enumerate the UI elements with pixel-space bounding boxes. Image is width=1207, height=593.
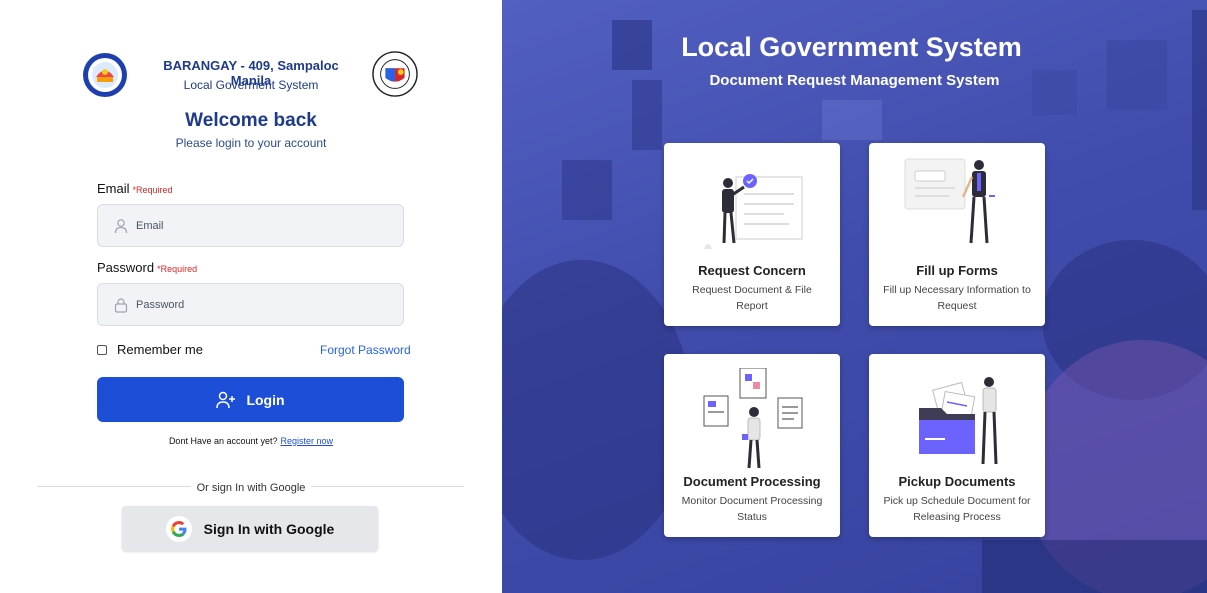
- remember-checkbox[interactable]: [97, 344, 107, 355]
- register-link[interactable]: Register now: [281, 436, 334, 446]
- card-title: Pickup Documents: [898, 474, 1016, 489]
- login-button-label: Login: [246, 391, 285, 408]
- email-label-text: Email: [97, 181, 130, 196]
- feature-card-pickup-documents: Pickup Documents Pick up Schedule Docume…: [869, 354, 1045, 537]
- card-description: Pick up Schedule Document for Releasing …: [883, 495, 1031, 523]
- password-required-badge: *Required: [157, 264, 198, 274]
- card-description: Fill up Necessary Information to Request: [883, 284, 1031, 312]
- login-button[interactable]: Login: [97, 377, 404, 422]
- brand-header: BARANGAY - 409, Sampaloc Manila Local Go…: [82, 50, 422, 102]
- email-input[interactable]: [136, 205, 396, 246]
- forgot-password-link[interactable]: Forgot Password: [320, 343, 411, 357]
- password-field-box[interactable]: [97, 283, 404, 326]
- remember-me[interactable]: Remember me: [97, 342, 203, 357]
- hero-panel: Local Government System Document Request…: [502, 0, 1207, 593]
- pickup-documents-illustration: [919, 377, 998, 465]
- card-title: Document Processing: [683, 474, 821, 489]
- password-label-text: Password: [97, 260, 155, 275]
- divider: Or sign In with Google: [0, 478, 502, 496]
- divider-text: Or sign In with Google: [190, 482, 312, 494]
- password-label: Password *Required: [97, 260, 197, 275]
- user-icon: [114, 219, 128, 234]
- card-title: Request Concern: [698, 263, 806, 278]
- google-sign-in-button[interactable]: Sign In with Google: [122, 506, 378, 551]
- request-concern-illustration: [704, 174, 803, 249]
- hero-title: Local Government System: [681, 32, 1022, 62]
- lock-icon: [114, 298, 128, 313]
- login-page: BARANGAY - 409, Sampaloc Manila Local Go…: [0, 0, 1207, 593]
- fill-up-forms-illustration: [904, 158, 995, 244]
- barangay-seal-icon: [83, 53, 127, 97]
- email-label: Email *Required: [97, 181, 173, 196]
- google-button-label: Sign In with Google: [203, 520, 335, 537]
- welcome-subtext: Please login to your account: [175, 136, 327, 150]
- manila-seal-icon: [372, 51, 418, 97]
- login-panel: BARANGAY - 409, Sampaloc Manila Local Go…: [0, 0, 502, 593]
- email-field-box[interactable]: [97, 204, 404, 247]
- brand-subtitle: Local Goverment System: [183, 78, 319, 92]
- register-prompt: Dont Have an account yet? Register now: [0, 436, 502, 446]
- feature-card-request-concern: Request Concern Request Document & File …: [664, 143, 840, 326]
- google-icon: [165, 515, 192, 542]
- feature-card-document-processing: Document Processing Monitor Document Pro…: [664, 354, 840, 537]
- feature-card-fill-up-forms: Fill up Forms Fill up Necessary Informat…: [869, 143, 1045, 326]
- card-title: Fill up Forms: [916, 263, 998, 278]
- card-description: Monitor Document Processing Status: [681, 495, 823, 523]
- register-prompt-text: Dont Have an account yet?: [168, 436, 278, 446]
- welcome-heading: Welcome back: [185, 110, 317, 131]
- card-description: Request Document & File Report: [692, 284, 812, 312]
- email-required-badge: *Required: [132, 185, 173, 195]
- password-input[interactable]: [136, 284, 396, 325]
- document-processing-illustration: [703, 368, 803, 468]
- remember-label: Remember me: [117, 342, 203, 357]
- hero-subtitle: Document Request Management System: [709, 72, 1000, 89]
- user-plus-icon: [216, 391, 236, 408]
